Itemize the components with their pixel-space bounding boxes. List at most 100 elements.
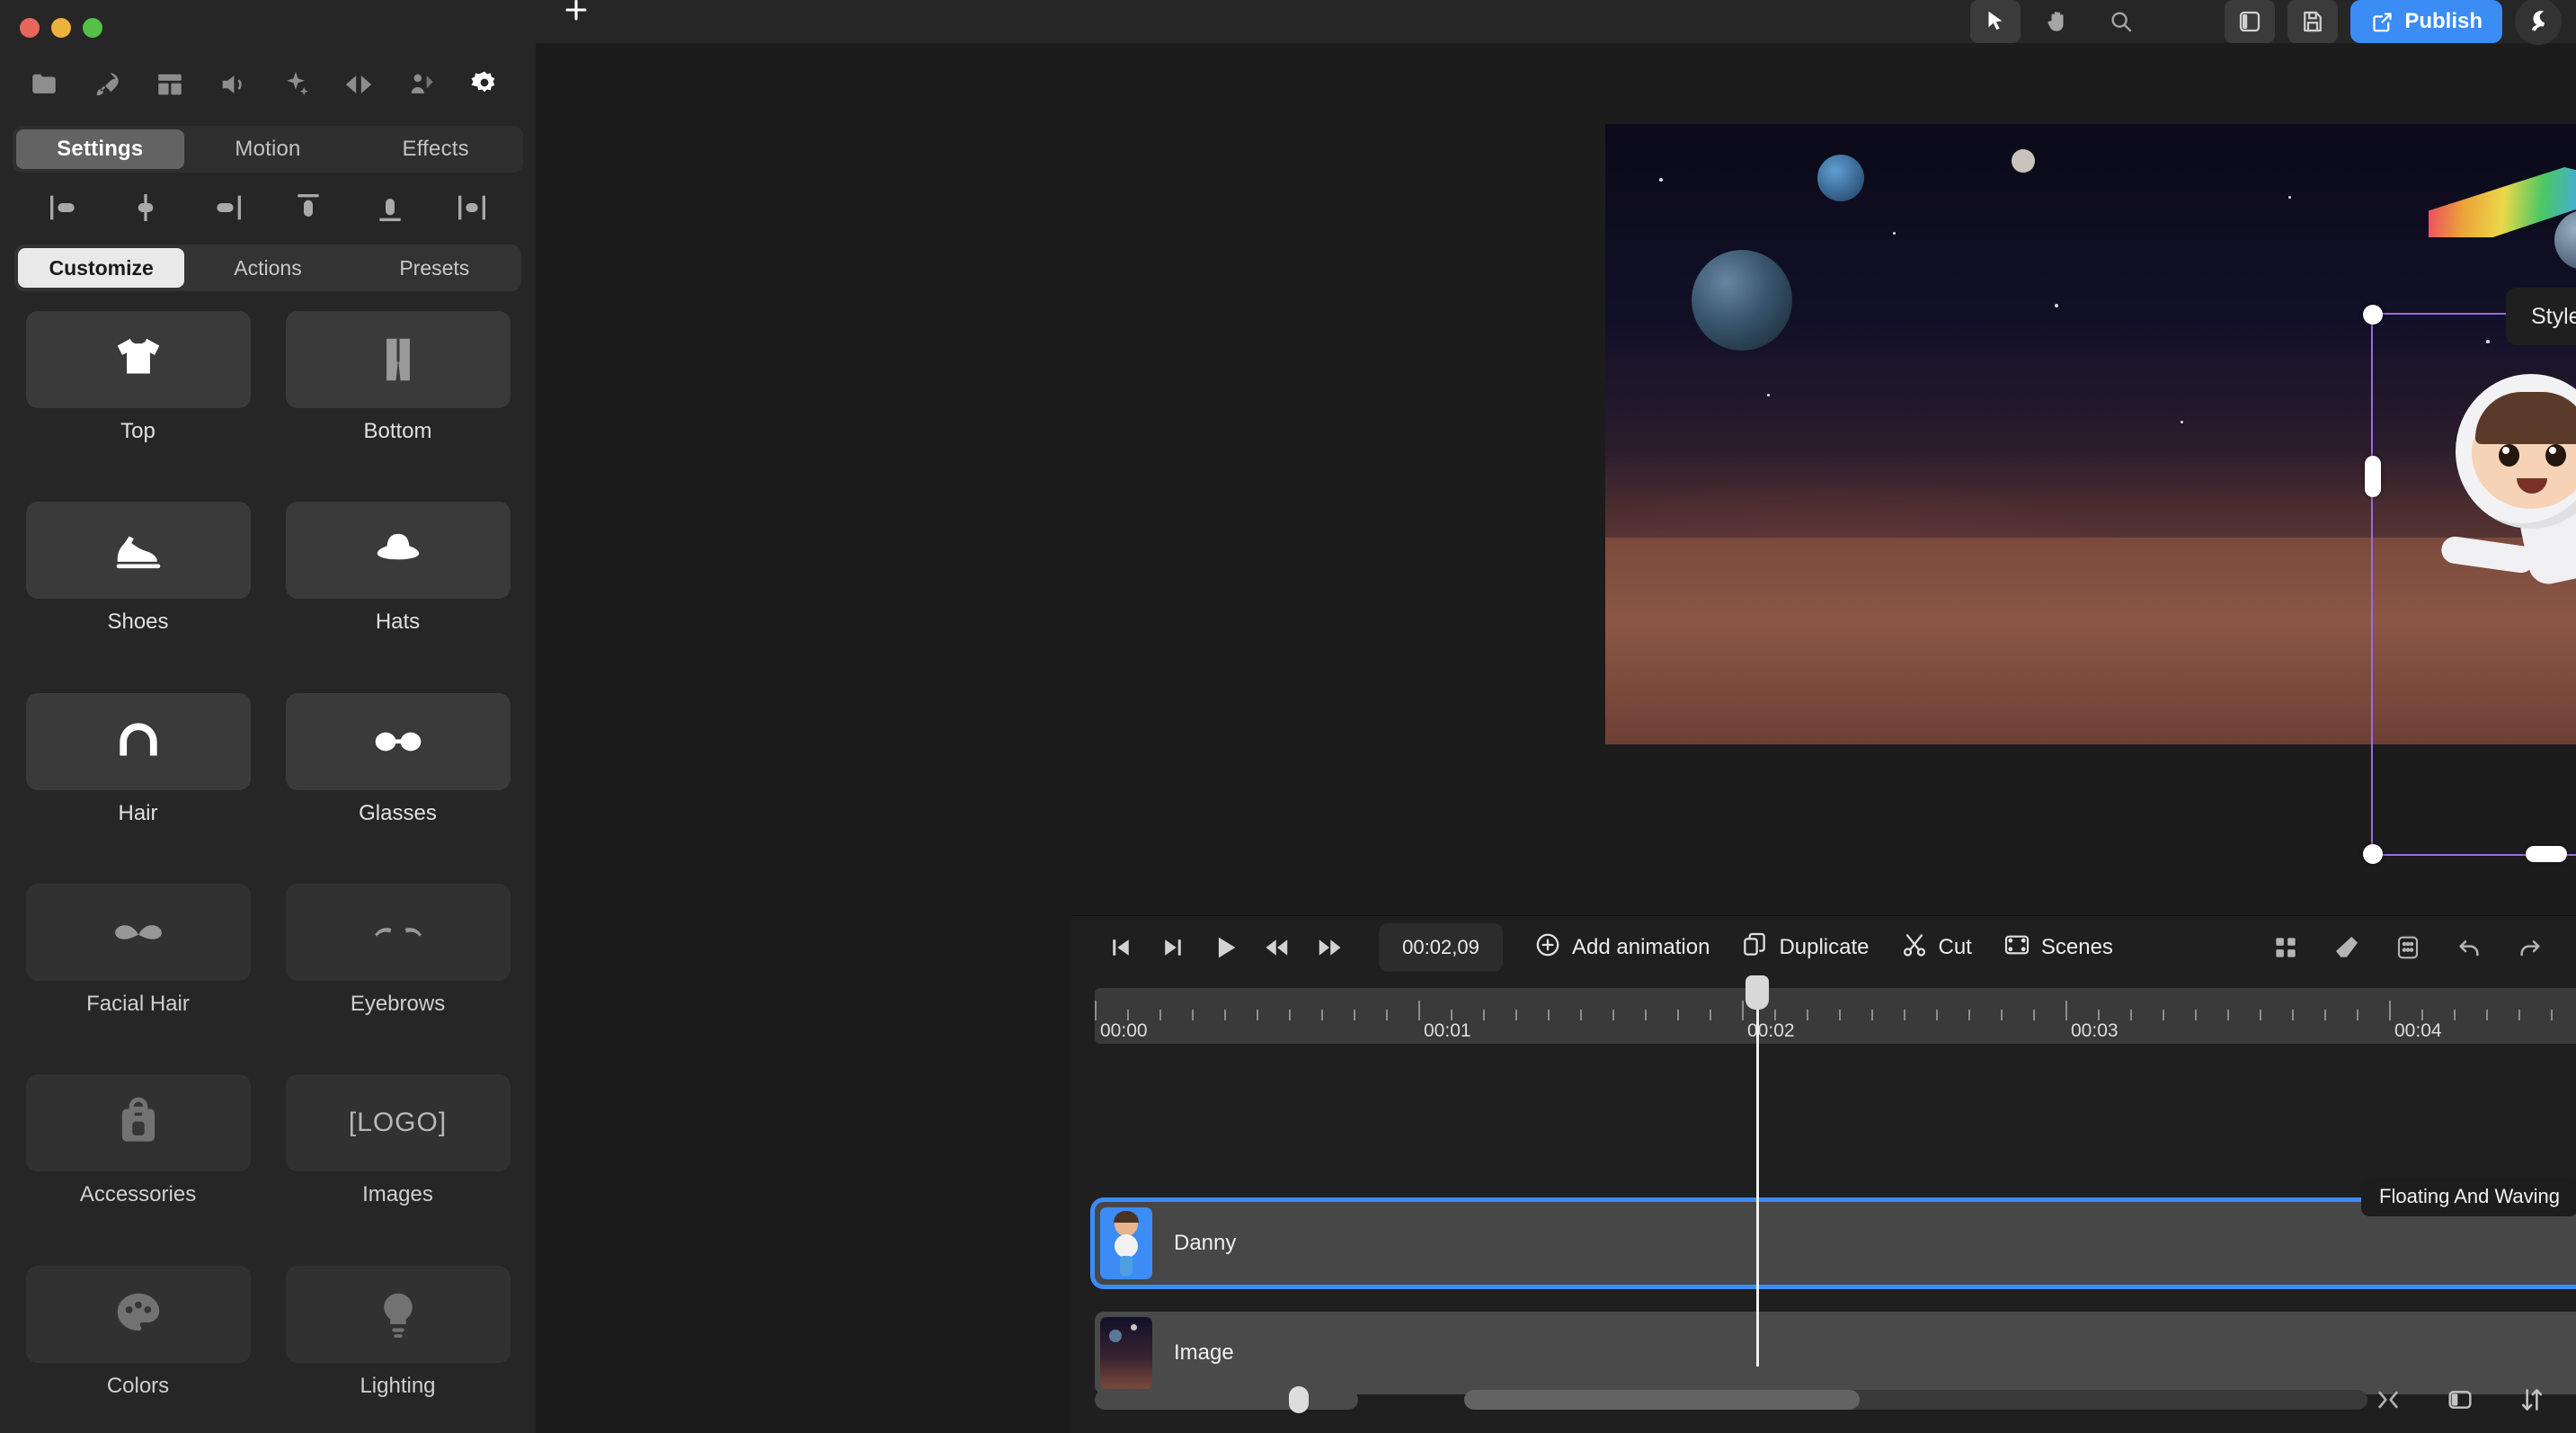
category-bottom[interactable]: Bottom — [281, 311, 514, 478]
duplicate-icon — [1740, 930, 1769, 966]
sidebar-toolbar — [0, 56, 536, 113]
maximize-window-button[interactable] — [83, 18, 102, 38]
save-icon[interactable] — [2287, 0, 2339, 43]
category-eyebrows[interactable]: Eyebrows — [281, 883, 514, 1051]
align-bottom-icon[interactable] — [367, 184, 413, 231]
track-row-danny[interactable]: Danny Floating And Waving — [1095, 1177, 2576, 1285]
skip-start-icon[interactable] — [1095, 921, 1147, 974]
category-colors[interactable]: Colors — [22, 1265, 254, 1433]
subtab-presets[interactable]: Presets — [351, 248, 518, 288]
category-label: Lighting — [360, 1373, 436, 1398]
timeline-panel: 00:02,09 Add animation Duplicate Cut Sce… — [1071, 915, 2576, 1433]
hand-tool-icon[interactable] — [2033, 0, 2083, 43]
category-label: Facial Hair — [86, 991, 190, 1016]
fast-forward-icon[interactable] — [1303, 921, 1355, 974]
zoom-slider-knob[interactable] — [1289, 1386, 1309, 1413]
grid-icon[interactable] — [2263, 925, 2308, 970]
pants-icon — [285, 311, 511, 408]
resize-handle-top-left[interactable] — [2363, 305, 2383, 325]
category-facial-hair[interactable]: Facial Hair — [22, 883, 254, 1051]
hair-icon — [25, 692, 251, 790]
category-images[interactable]: [LOGO] Images — [281, 1074, 514, 1242]
undo-icon[interactable] — [2447, 925, 2492, 970]
ruler-label: 00:04 — [2394, 1020, 2442, 1041]
category-accessories[interactable]: Accessories — [22, 1074, 254, 1242]
minimize-window-button[interactable] — [51, 18, 71, 38]
category-hats[interactable]: Hats — [281, 502, 514, 669]
layout-icon[interactable] — [138, 59, 201, 110]
horizontal-scrollbar-thumb[interactable] — [1464, 1390, 1861, 1410]
canvas-stage[interactable]: Style Action Rotate Reset View — [1071, 43, 2576, 915]
scenes-label: Scenes — [2040, 935, 2113, 959]
left-sidebar: Settings Motion Effects Customize Action… — [0, 0, 536, 1433]
timeline-ruler[interactable]: 00:00 00:01 00:02 00:03 00:04 00:05 00:0… — [1095, 988, 2576, 1044]
mirror-icon[interactable] — [327, 59, 390, 110]
timecode-display[interactable]: 00:02,09 — [1379, 923, 1503, 972]
track-name: Image — [1174, 1340, 1234, 1365]
tab-effects[interactable]: Effects — [351, 129, 520, 169]
folder-icon[interactable] — [13, 59, 76, 110]
align-left-icon[interactable] — [40, 184, 87, 231]
context-style-button[interactable]: Style — [2531, 304, 2576, 330]
tab-motion[interactable]: Motion — [184, 129, 352, 169]
resize-handle-bottom-left[interactable] — [2363, 844, 2383, 864]
tshirt-icon — [25, 311, 251, 408]
eraser-icon[interactable] — [2324, 925, 2369, 970]
publish-button[interactable]: Publish — [2350, 0, 2502, 43]
zoom-tool-icon[interactable] — [2096, 0, 2146, 43]
category-label: Colors — [106, 1373, 170, 1398]
glasses-icon — [285, 692, 511, 790]
sort-icon[interactable] — [2511, 1379, 2553, 1420]
ruler-label: 00:00 — [1100, 1020, 1148, 1041]
gear-icon[interactable] — [453, 59, 516, 110]
planet-small — [2012, 149, 2035, 173]
volume-icon[interactable] — [201, 59, 264, 110]
duplicate-button[interactable]: Duplicate — [1740, 930, 1870, 966]
pointer-tool-icon[interactable] — [1970, 0, 2021, 43]
characters-icon[interactable] — [390, 59, 453, 110]
category-hair[interactable]: Hair — [22, 692, 254, 860]
keyboard-icon[interactable] — [2385, 925, 2430, 970]
share-avatar-icon[interactable] — [2515, 0, 2562, 45]
align-right-icon[interactable] — [204, 184, 251, 231]
playhead-knob[interactable] — [1745, 975, 1769, 1010]
rewind-icon[interactable] — [1251, 921, 1303, 974]
panel-layout-icon[interactable] — [2439, 1379, 2481, 1420]
category-lighting[interactable]: Lighting — [281, 1265, 514, 1433]
playhead[interactable] — [1745, 975, 1769, 1366]
sparkle-icon[interactable] — [264, 59, 327, 110]
mustache-icon — [25, 883, 251, 981]
category-shoes[interactable]: Shoes — [22, 502, 254, 669]
cut-button[interactable]: Cut — [1900, 930, 1972, 966]
rocket-icon[interactable] — [76, 59, 138, 110]
collapse-icon[interactable] — [2367, 1379, 2409, 1420]
horizontal-scrollbar[interactable] — [1464, 1390, 2367, 1410]
selection-box[interactable] — [2363, 305, 2576, 864]
close-window-button[interactable] — [20, 18, 40, 38]
skip-end-icon[interactable] — [1147, 921, 1199, 974]
panel-toggle-icon[interactable] — [2225, 0, 2276, 43]
add-button[interactable] — [554, 0, 599, 32]
logo-placeholder-text: [LOGO] — [348, 1108, 448, 1138]
canvas-tool-group — [1970, 0, 2146, 43]
animation-chip[interactable]: Floating And Waving — [2361, 1177, 2576, 1216]
resize-handle-left[interactable] — [2365, 456, 2381, 497]
track-name: Danny — [1174, 1231, 1237, 1255]
category-glasses[interactable]: Glasses — [281, 692, 514, 860]
planet-right — [2554, 210, 2576, 270]
resize-handle-bottom[interactable] — [2526, 846, 2567, 862]
play-icon[interactable] — [1199, 921, 1251, 974]
align-center-horizontal-icon[interactable] — [122, 184, 169, 231]
add-animation-button[interactable]: Add animation — [1533, 930, 1710, 966]
align-top-icon[interactable] — [285, 184, 332, 231]
zoom-slider[interactable] — [1095, 1386, 1359, 1413]
tab-settings[interactable]: Settings — [16, 129, 184, 169]
distribute-horizontal-icon[interactable] — [449, 184, 495, 231]
shoe-icon — [25, 502, 251, 600]
subtab-customize[interactable]: Customize — [18, 248, 185, 288]
category-top[interactable]: Top — [22, 311, 254, 478]
scenes-button[interactable]: Scenes — [2003, 930, 2113, 966]
redo-icon[interactable] — [2508, 925, 2553, 970]
subtab-actions[interactable]: Actions — [184, 248, 351, 288]
palette-icon — [25, 1265, 251, 1363]
